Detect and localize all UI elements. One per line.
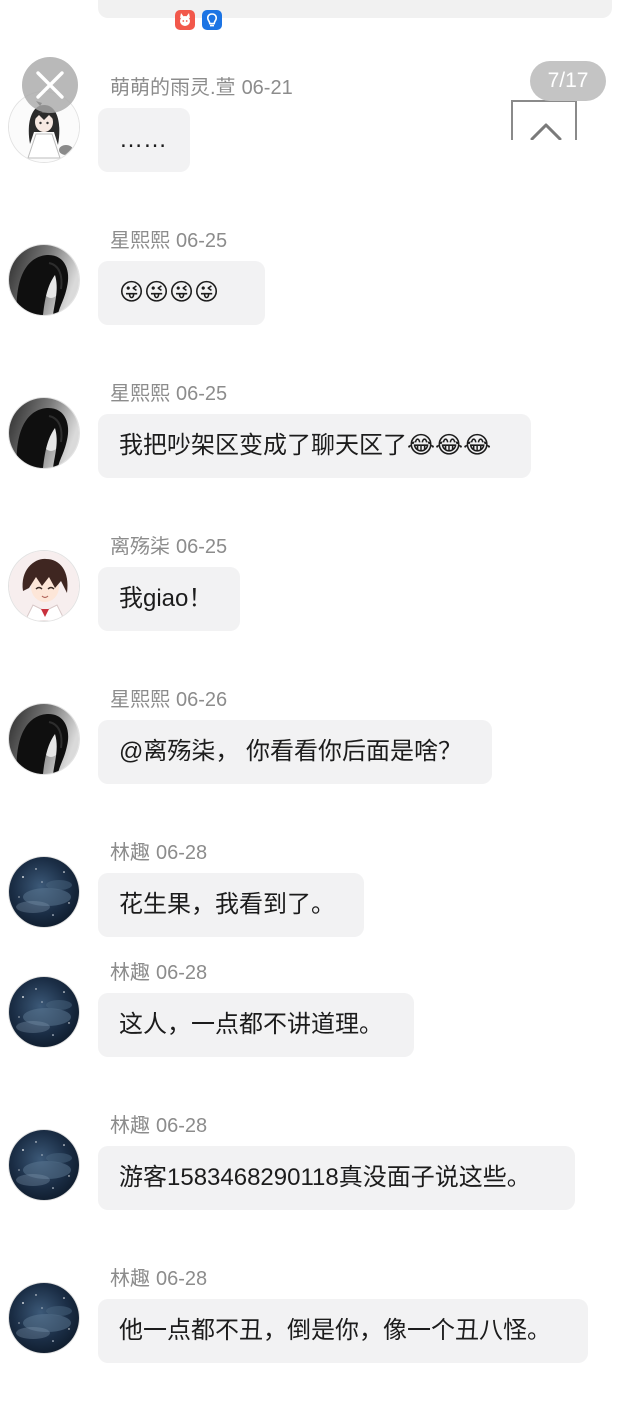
close-button[interactable] [22, 57, 78, 113]
message-item: 林趣 06-28 游客1583468290118真没面子说这些。 [0, 1115, 640, 1210]
message-meta: 林趣 06-28 [110, 1268, 207, 1290]
sender-name[interactable]: 林趣 [110, 842, 150, 864]
sender-name[interactable]: 林趣 [110, 1115, 150, 1137]
message-date: 06-26 [176, 689, 228, 711]
message-bubble: @离殇柒， 你看看你后面是啥？ [98, 720, 492, 784]
dark-hair-girl-avatar[interactable] [9, 245, 79, 315]
message-item: 星熙熙 06-25 我把吵架区变成了聊天区了😂😂😂 [0, 383, 640, 478]
message-item: 林趣 06-28 花生果，我看到了。 [0, 842, 640, 937]
scroll-up-button[interactable] [511, 100, 577, 140]
message-text: 他一点都不丑，倒是你，像一个丑八怪。 [119, 1317, 551, 1344]
message-bubble: 花生果，我看到了。 [98, 873, 364, 937]
message-meta: 林趣 06-28 [110, 842, 207, 864]
message-item: 星熙熙 06-25 😜😜😜😜 [0, 230, 640, 325]
page-indicator: 7/17 [530, 61, 606, 101]
night-sky-avatar[interactable] [9, 1130, 79, 1200]
message-bubble: 这人，一点都不讲道理。 [98, 993, 414, 1057]
message-item: 离殇柒 06-25 我giao！ [0, 536, 640, 631]
message-text: 我把吵架区变成了聊天区了😂😂😂 [119, 432, 492, 459]
message-item: 林趣 06-28 他一点都不丑，倒是你，像一个丑八怪。 [0, 1268, 640, 1363]
sender-name[interactable]: 星熙熙 [110, 689, 170, 711]
message-bubble: 他一点都不丑，倒是你，像一个丑八怪。 [98, 1299, 588, 1363]
chevron-up-icon [530, 123, 562, 140]
message-text: 😜😜😜😜 [119, 279, 220, 306]
message-bubble: 我giao！ [98, 567, 240, 631]
message-item: 林趣 06-28 这人，一点都不讲道理。 [0, 962, 640, 1057]
message-text: 游客1583468290118真没面子说这些。 [119, 1164, 531, 1191]
message-meta: 林趣 06-28 [110, 1115, 207, 1137]
night-sky-avatar[interactable] [9, 857, 79, 927]
message-meta: 林趣 06-28 [110, 962, 207, 984]
message-text: @离殇柒， 你看看你后面是啥？ [119, 738, 463, 765]
close-icon [36, 71, 64, 99]
message-date: 06-28 [156, 962, 208, 984]
message-bubble: 😜😜😜😜 [98, 261, 265, 325]
message-date: 06-25 [176, 536, 228, 558]
message-bubble: 我把吵架区变成了聊天区了😂😂😂 [98, 414, 531, 478]
message-text: 花生果，我看到了。 [119, 891, 335, 918]
message-date: 06-25 [176, 230, 228, 252]
anime-boy-avatar[interactable] [9, 551, 79, 621]
message-meta: 星熙熙 06-26 [110, 689, 227, 711]
lightbulb-icon [202, 10, 222, 30]
message-bubble: 游客1583468290118真没面子说这些。 [98, 1146, 575, 1210]
night-sky-avatar[interactable] [9, 977, 79, 1047]
sender-name[interactable]: 星熙熙 [110, 230, 170, 252]
night-sky-avatar[interactable] [9, 1283, 79, 1353]
message-date: 06-28 [156, 1268, 208, 1290]
message-meta: 离殇柒 06-25 [110, 536, 227, 558]
sender-name[interactable]: 林趣 [110, 962, 150, 984]
message-meta: 星熙熙 06-25 [110, 383, 227, 405]
sender-name[interactable]: 离殇柒 [110, 536, 170, 558]
sender-name[interactable]: 林趣 [110, 1268, 150, 1290]
sender-name[interactable]: 星熙熙 [110, 383, 170, 405]
message-bubble: …… [98, 108, 190, 172]
sender-name[interactable]: 萌萌的雨灵.萱 [110, 77, 236, 99]
message-item: 星熙熙 06-26 @离殇柒， 你看看你后面是啥？ [0, 689, 640, 784]
message-date: 06-25 [176, 383, 228, 405]
message-meta: 萌萌的雨灵.萱 06-21 [110, 77, 293, 99]
message-date: 06-21 [241, 77, 293, 99]
message-date: 06-28 [156, 842, 208, 864]
message-date: 06-28 [156, 1115, 208, 1137]
message-text: …… [119, 126, 167, 153]
dark-hair-girl-avatar[interactable] [9, 398, 79, 468]
message-meta: 星熙熙 06-25 [110, 230, 227, 252]
message-text: 这人，一点都不讲道理。 [119, 1011, 383, 1038]
message-text: 我giao！ [119, 585, 213, 612]
dark-hair-girl-avatar[interactable] [9, 704, 79, 774]
app-badge-icon [175, 10, 195, 30]
